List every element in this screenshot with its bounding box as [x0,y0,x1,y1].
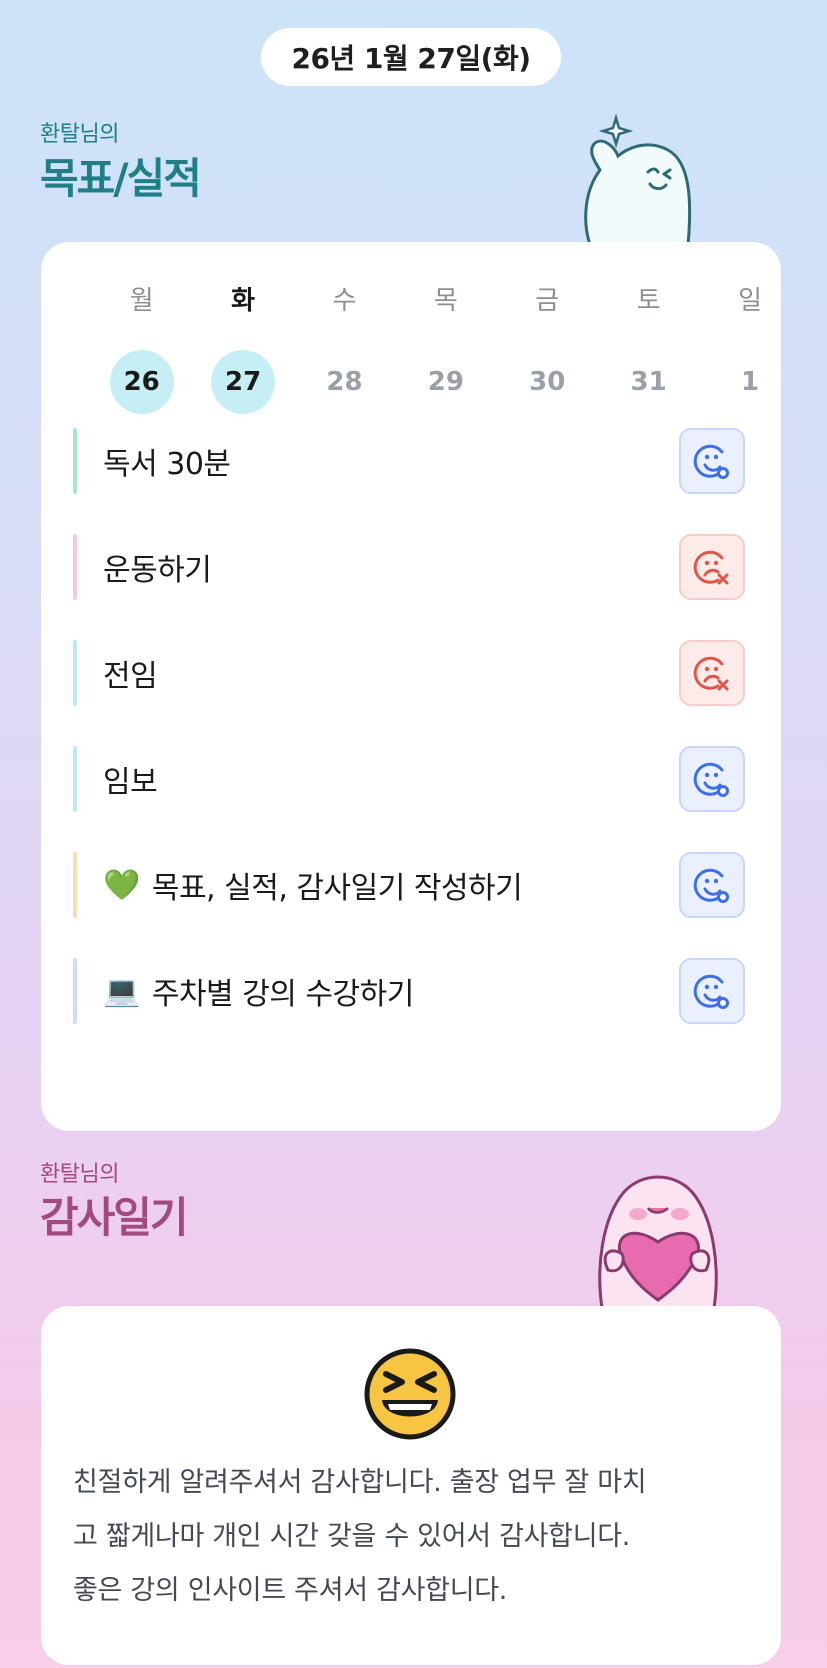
date-pill[interactable]: 26년 1월 27일(화) [261,28,561,86]
diary-line: 고 짧게나마 개인 시간 갖을 수 있어서 감사합니다. [73,1521,631,1552]
goal-accent-bar [73,428,77,494]
goal-emoji-icon: 💚 [103,867,140,903]
smile-face-icon [693,868,729,903]
diary-card: 친절하게 알려주셔서 감사합니다. 출장 업무 잘 마치 고 짧게나마 개인 시… [41,1306,781,1665]
goal-accent-bar [73,958,77,1024]
goal-row: 전임 [73,640,745,706]
goal-label-text: 목표, 실적, 감사일기 작성하기 [151,871,523,906]
goal-label: 임보 [103,757,679,801]
goal-row: 💻 주차별 강의 수강하기 [73,958,745,1024]
goal-status-done-button[interactable] [679,958,745,1024]
waving-mascot-icon [584,113,692,247]
goal-accent-bar [73,746,77,812]
goal-label-text: 독서 30분 [103,447,231,482]
goal-row: 독서 30분 [73,428,745,494]
laughing-squint-emoji-icon [364,1348,456,1440]
smile-face-icon [693,762,729,797]
goal-status-done-button[interactable] [679,852,745,918]
diary-text: 친절하게 알려주셔서 감사합니다. 출장 업무 잘 마치 고 짧게나마 개인 시… [73,1456,749,1618]
goal-label-text: 전임 [103,659,158,694]
day-button[interactable]: 30 [497,350,598,414]
day-button[interactable]: 28 [294,350,395,414]
goal-emoji-icon: 💻 [103,973,140,1009]
goal-label: 운동하기 [103,545,679,589]
diary-line: 좋은 강의 인사이트 주셔서 감사합니다. [73,1575,508,1606]
goals-section-subtitle: 환탈님의 [40,122,119,147]
weekday-label: 목 [433,285,458,316]
weekday-label: 토 [636,285,661,316]
goal-status-fail-button[interactable] [679,534,745,600]
goal-label-text: 운동하기 [103,553,212,588]
day-button[interactable]: 26 [91,350,192,414]
smile-face-icon [693,444,729,479]
goal-label: 전임 [103,651,679,695]
goal-status-done-button[interactable] [679,746,745,812]
current-date: 26년 1월 27일(화) [291,42,531,75]
goal-label: 💚 목표, 실적, 감사일기 작성하기 [103,863,679,907]
day-selector: 26 27 28 29 30 31 1 [91,350,801,414]
goal-accent-bar [73,640,77,706]
sad-face-icon [693,656,729,691]
day-button-today[interactable]: 27 [192,350,293,414]
diary-section-title: 감사일기 [40,1193,189,1242]
heart-mascot-icon [598,1175,718,1308]
weekday-label: 일 [738,285,762,316]
weekday-header: 월 화 수 목 금 토 일 [91,278,801,318]
goal-status-done-button[interactable] [679,428,745,494]
diary-line: 친절하게 알려주셔서 감사합니다. 출장 업무 잘 마치 [73,1467,647,1498]
goal-status-fail-button[interactable] [679,640,745,706]
goal-row: 운동하기 [73,534,745,600]
goal-label: 독서 30분 [103,439,679,483]
day-button[interactable]: 31 [598,350,699,414]
goal-row: 임보 [73,746,745,812]
goal-label-text: 주차별 강의 수강하기 [151,977,414,1012]
goals-section-title: 목표/실적 [40,154,202,203]
goal-label-text: 임보 [103,765,158,800]
day-button[interactable]: 29 [395,350,496,414]
goals-card: 월 화 수 목 금 토 일 26 27 28 29 30 31 1 독서 30분… [41,242,781,1131]
weekday-label: 금 [535,285,560,316]
sad-face-icon [693,550,729,585]
weekday-label: 수 [332,285,357,316]
smile-face-icon [693,974,729,1009]
day-button[interactable]: 1 [699,350,800,414]
goal-row: 💚 목표, 실적, 감사일기 작성하기 [73,852,745,918]
weekday-label-today: 화 [231,285,256,316]
weekday-label: 월 [129,285,154,316]
goal-accent-bar [73,534,77,600]
goal-label: 💻 주차별 강의 수강하기 [103,969,679,1013]
goal-accent-bar [73,852,77,918]
